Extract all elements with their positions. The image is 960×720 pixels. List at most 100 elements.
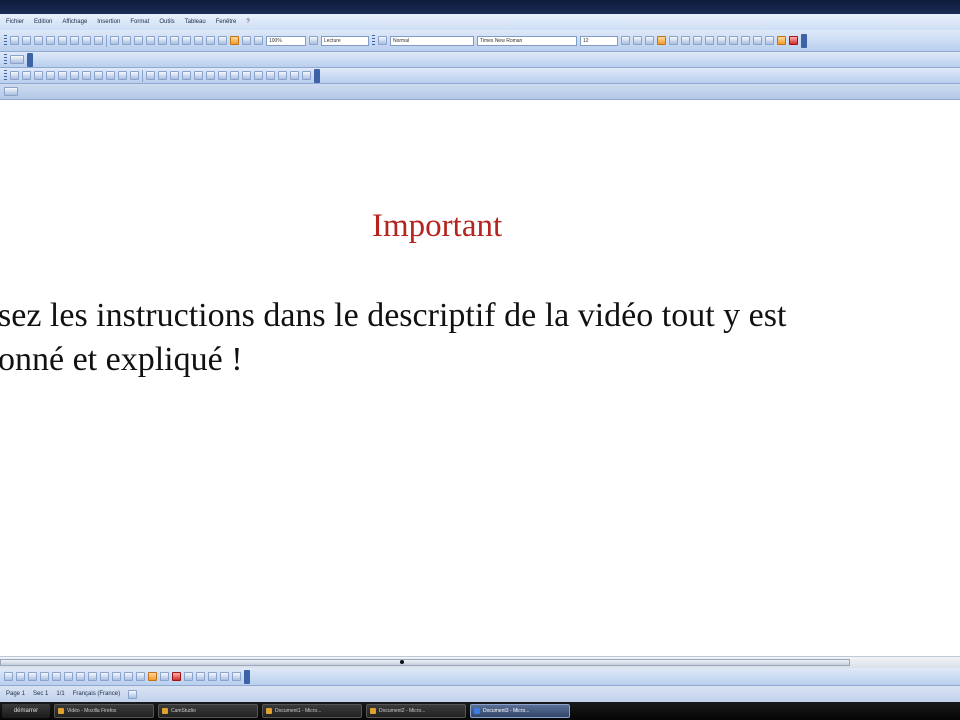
- new-doc-icon[interactable]: [10, 36, 19, 45]
- arrow-style-icon[interactable]: [208, 672, 217, 681]
- textbox-icon[interactable]: [88, 672, 97, 681]
- taskbar-item[interactable]: CamStudio: [158, 704, 258, 718]
- dash-style-icon[interactable]: [196, 672, 205, 681]
- review-icon[interactable]: [70, 71, 79, 80]
- menu-tools[interactable]: Outils: [159, 19, 174, 25]
- preview-icon[interactable]: [82, 36, 91, 45]
- email-icon[interactable]: [58, 36, 67, 45]
- toolbar-grip[interactable]: [4, 34, 7, 47]
- menu-table[interactable]: Tableau: [185, 19, 206, 25]
- start-button[interactable]: démarrer: [2, 704, 50, 718]
- wordart-icon[interactable]: [100, 672, 109, 681]
- taskbar-item-active[interactable]: Document3 - Micro...: [470, 704, 570, 718]
- review-icon[interactable]: [290, 71, 299, 80]
- increase-indent-icon[interactable]: [753, 36, 762, 45]
- toolbar-grip[interactable]: [4, 69, 7, 82]
- excel-icon[interactable]: [206, 36, 215, 45]
- cut-icon[interactable]: [110, 36, 119, 45]
- web-tools-icon[interactable]: [10, 55, 24, 64]
- review-icon[interactable]: [254, 71, 263, 80]
- italic-icon[interactable]: [633, 36, 642, 45]
- menu-help[interactable]: ?: [246, 19, 249, 25]
- toolbar-options-chevron-icon[interactable]: [314, 68, 320, 83]
- menu-format[interactable]: Format: [130, 19, 149, 25]
- taskbar-item[interactable]: Vidéo - Mozilla Firefox: [54, 704, 154, 718]
- review-icon[interactable]: [230, 71, 239, 80]
- font-color-icon[interactable]: [789, 36, 798, 45]
- review-icon[interactable]: [242, 71, 251, 80]
- document-map-icon[interactable]: [242, 36, 251, 45]
- align-center-icon[interactable]: [669, 36, 678, 45]
- menu-file[interactable]: Fichier: [6, 19, 24, 25]
- fill-color-icon[interactable]: [148, 672, 157, 681]
- hyperlink-icon[interactable]: [182, 36, 191, 45]
- align-right-icon[interactable]: [681, 36, 690, 45]
- review-icon[interactable]: [194, 71, 203, 80]
- spelling-status-icon[interactable]: [128, 689, 138, 699]
- review-icon[interactable]: [218, 71, 227, 80]
- toolbar-options-chevron-icon[interactable]: [244, 669, 250, 684]
- align-left-icon[interactable]: [657, 36, 666, 45]
- review-icon[interactable]: [266, 71, 275, 80]
- drawing-icon[interactable]: [230, 36, 239, 45]
- review-icon[interactable]: [146, 71, 155, 80]
- review-icon[interactable]: [206, 71, 215, 80]
- review-icon[interactable]: [182, 71, 191, 80]
- review-icon[interactable]: [278, 71, 287, 80]
- review-icon[interactable]: [46, 71, 55, 80]
- line-spacing-icon[interactable]: [705, 36, 714, 45]
- review-icon[interactable]: [118, 71, 127, 80]
- toolbar-options-chevron-icon[interactable]: [801, 33, 807, 48]
- review-icon[interactable]: [82, 71, 91, 80]
- review-icon[interactable]: [94, 71, 103, 80]
- print-icon[interactable]: [70, 36, 79, 45]
- clipart-icon[interactable]: [124, 672, 133, 681]
- table-icon[interactable]: [194, 36, 203, 45]
- help-icon[interactable]: [309, 36, 318, 45]
- style-select[interactable]: Normal: [390, 35, 474, 46]
- rectangle-icon[interactable]: [64, 672, 73, 681]
- toolbar-options-chevron-icon[interactable]: [27, 52, 33, 67]
- permission-icon[interactable]: [46, 36, 55, 45]
- review-icon[interactable]: [34, 71, 43, 80]
- taskbar-item[interactable]: Document2 - Micro...: [366, 704, 466, 718]
- review-icon[interactable]: [170, 71, 179, 80]
- zoom-select[interactable]: 100%: [266, 35, 306, 46]
- decrease-indent-icon[interactable]: [741, 36, 750, 45]
- review-icon[interactable]: [22, 71, 31, 80]
- open-icon[interactable]: [22, 36, 31, 45]
- picture-icon[interactable]: [136, 672, 145, 681]
- review-icon[interactable]: [106, 71, 115, 80]
- oval-icon[interactable]: [76, 672, 85, 681]
- review-icon[interactable]: [158, 71, 167, 80]
- line-style-icon[interactable]: [184, 672, 193, 681]
- columns-icon[interactable]: [218, 36, 227, 45]
- font-select[interactable]: Times New Roman: [477, 35, 577, 46]
- review-icon[interactable]: [302, 71, 311, 80]
- redo-icon[interactable]: [170, 36, 179, 45]
- scrollbar-thumb[interactable]: [0, 659, 850, 666]
- toolbar-grip[interactable]: [4, 53, 7, 66]
- autoshapes-icon[interactable]: [28, 672, 37, 681]
- menu-view[interactable]: Affichage: [62, 19, 87, 25]
- menu-edit[interactable]: Edition: [34, 19, 52, 25]
- toolbar-grip[interactable]: [372, 34, 375, 47]
- read-mode-button[interactable]: Lecture: [321, 35, 369, 46]
- save-icon[interactable]: [34, 36, 43, 45]
- 3d-icon[interactable]: [232, 672, 241, 681]
- undo-icon[interactable]: [158, 36, 167, 45]
- frame-icon[interactable]: [4, 87, 18, 96]
- line-color-icon[interactable]: [160, 672, 169, 681]
- paste-icon[interactable]: [134, 36, 143, 45]
- review-icon[interactable]: [130, 71, 139, 80]
- review-icon[interactable]: [58, 71, 67, 80]
- show-hide-icon[interactable]: [254, 36, 263, 45]
- justify-icon[interactable]: [693, 36, 702, 45]
- numbering-icon[interactable]: [717, 36, 726, 45]
- border-icon[interactable]: [765, 36, 774, 45]
- bold-icon[interactable]: [621, 36, 630, 45]
- taskbar-item[interactable]: Document1 - Micro...: [262, 704, 362, 718]
- font-color-icon[interactable]: [172, 672, 181, 681]
- format-painter-icon[interactable]: [146, 36, 155, 45]
- highlight-icon[interactable]: [777, 36, 786, 45]
